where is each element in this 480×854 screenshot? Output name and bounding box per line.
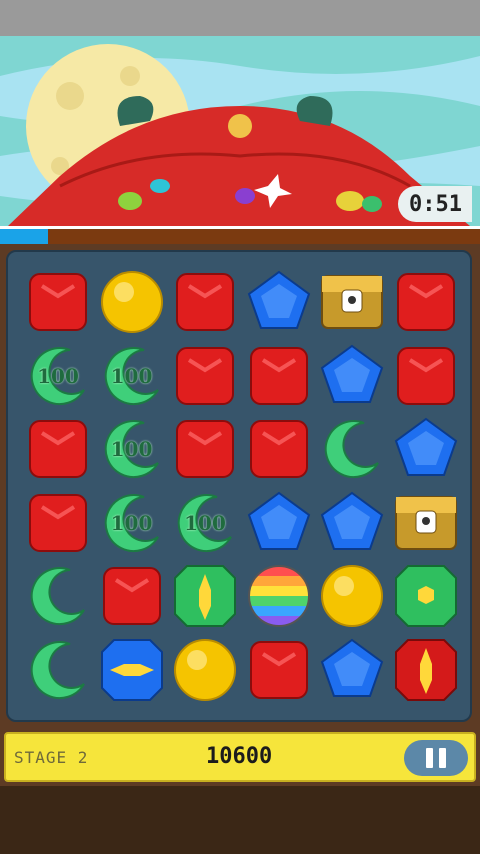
board-cell[interactable]: 100 <box>96 340 168 412</box>
pause-button[interactable] <box>404 740 468 776</box>
board-cell[interactable] <box>22 266 94 338</box>
red-gem-icon <box>396 346 455 405</box>
red-gem-icon <box>396 273 455 331</box>
stage-label: STAGE 2 <box>14 748 89 767</box>
board-cell[interactable] <box>243 340 315 412</box>
progress-fill <box>0 229 48 244</box>
board-cell[interactable] <box>316 413 388 485</box>
board-cell[interactable] <box>243 487 315 559</box>
blue-gem-icon <box>394 417 457 476</box>
chest-gem-icon <box>321 275 383 329</box>
red-gem-icon <box>29 493 87 552</box>
bonus-100-label: 100 <box>110 510 153 535</box>
board-cell[interactable]: 100 <box>96 487 168 559</box>
status-bar <box>0 0 480 36</box>
bonus-100-label: 100 <box>184 510 226 535</box>
green-gem-icon <box>30 567 85 626</box>
bottom-bar <box>0 786 480 854</box>
red-gem-icon <box>176 420 234 478</box>
board-cell[interactable]: 100 <box>96 413 168 485</box>
blue-hstripe-gem-icon <box>100 638 163 701</box>
board-cell[interactable] <box>169 340 241 412</box>
timer-text: 0:51 <box>409 191 462 217</box>
board-cell[interactable] <box>22 634 94 706</box>
board-cell[interactable] <box>22 560 94 632</box>
rainbow-gem-icon <box>247 565 310 627</box>
hud-bar: STAGE 2 10600 <box>4 732 476 782</box>
green-hex-gem-icon <box>394 565 457 627</box>
board-cell[interactable] <box>96 634 168 706</box>
bonus-100-label: 100 <box>37 363 79 388</box>
blue-gem-icon <box>320 344 384 403</box>
timer-box: 0:51 <box>398 186 472 222</box>
board-cell[interactable] <box>390 413 462 485</box>
yellow-gem-icon <box>174 638 236 701</box>
board-cell[interactable] <box>96 560 168 632</box>
red-gem-icon <box>29 420 87 478</box>
yellow-gem-icon <box>100 271 163 333</box>
red-gem-icon <box>249 640 308 699</box>
red-gem-icon <box>249 420 308 478</box>
hud: STAGE 2 10600 <box>0 728 480 786</box>
progress-bar <box>0 226 480 244</box>
blue-gem-icon <box>320 638 384 697</box>
red-gem-icon <box>102 567 161 625</box>
pause-icon-bar <box>439 748 446 768</box>
red-gem-icon <box>29 273 87 331</box>
board-cell[interactable] <box>22 413 94 485</box>
board-cell[interactable] <box>316 266 388 338</box>
green-vstripe-gem-icon <box>174 565 236 627</box>
board-cell[interactable] <box>243 560 315 632</box>
yellow-gem-icon <box>321 565 383 627</box>
red-vstripe-gem-icon <box>394 638 457 701</box>
scene-background: 0:51 <box>0 36 480 226</box>
red-gem-icon <box>249 346 308 405</box>
board-cell[interactable] <box>96 266 168 338</box>
red-gem-icon <box>176 273 234 331</box>
board-cell[interactable] <box>169 266 241 338</box>
board-cell[interactable] <box>316 487 388 559</box>
board-cell[interactable] <box>243 266 315 338</box>
bonus-100-label: 100 <box>110 363 153 388</box>
green-gem-icon <box>324 420 379 479</box>
board-cell[interactable]: 100 <box>22 340 94 412</box>
blue-gem-icon <box>247 491 310 550</box>
board-cell[interactable] <box>390 634 462 706</box>
board-cell[interactable] <box>243 413 315 485</box>
board-cell[interactable] <box>22 487 94 559</box>
board-cell[interactable] <box>316 340 388 412</box>
bonus-100-label: 100 <box>110 437 153 461</box>
board-cell[interactable] <box>316 560 388 632</box>
board-cell[interactable] <box>169 560 241 632</box>
board-cell[interactable] <box>390 560 462 632</box>
board-cell[interactable] <box>390 487 462 559</box>
board-cell[interactable] <box>169 413 241 485</box>
game-board: 100 100 100 100 100 <box>6 250 472 722</box>
board-cell[interactable] <box>316 634 388 706</box>
board-cell[interactable]: 100 <box>169 487 241 559</box>
board-frame: 100 100 100 100 100 <box>0 244 480 728</box>
board-cell[interactable] <box>169 634 241 706</box>
blue-gem-icon <box>247 270 310 329</box>
board-cell[interactable] <box>390 266 462 338</box>
board-cell[interactable] <box>243 634 315 706</box>
red-gem-icon <box>176 346 234 405</box>
board-cell[interactable] <box>390 340 462 412</box>
blue-gem-icon <box>320 491 384 550</box>
score-value: 10600 <box>206 744 273 769</box>
chest-gem-icon <box>394 495 457 550</box>
green-gem-icon <box>30 640 85 699</box>
pause-icon-bar <box>426 748 433 768</box>
